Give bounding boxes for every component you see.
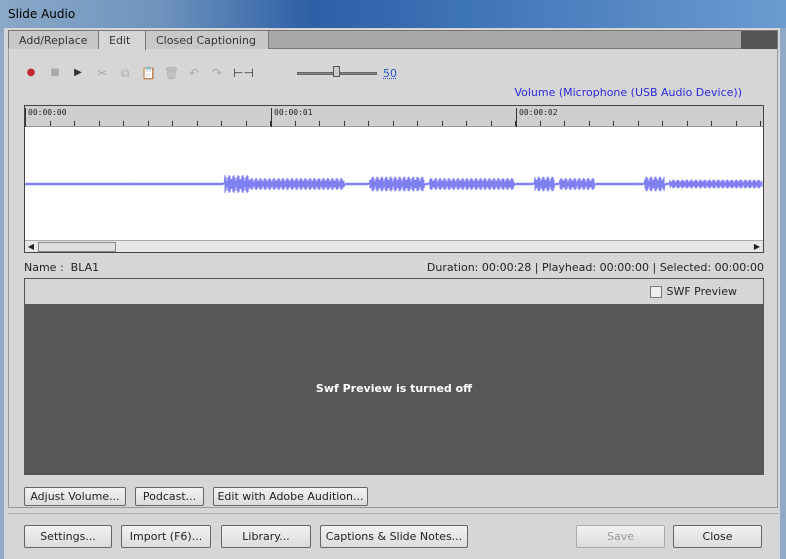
ruler-tick — [294, 121, 296, 126]
ruler-tick — [319, 121, 320, 126]
ruler-tick — [588, 121, 590, 126]
ruler-tick — [466, 121, 467, 126]
tab-bar: Add/Replace Edit Closed Captioning — [8, 30, 778, 50]
ruler-tick — [25, 121, 26, 126]
ruler-tick — [392, 121, 394, 126]
tab-closed-captioning[interactable]: Closed Captioning — [146, 31, 269, 49]
ruler-tick — [343, 121, 345, 126]
settings-button[interactable]: Settings... — [24, 525, 112, 548]
adjust-volume-button[interactable]: Adjust Volume... — [24, 487, 126, 506]
horizontal-scrollbar[interactable]: ◀ ▶ — [25, 240, 763, 252]
ruler-label: 00:00:00 — [25, 108, 67, 127]
swf-preview-panel: SWF Preview Swf Preview is turned off — [24, 278, 764, 475]
window-title: Slide Audio — [8, 7, 76, 21]
library-button[interactable]: Library... — [221, 525, 311, 548]
cut-icon[interactable]: ✂ — [95, 66, 109, 80]
redo-icon[interactable]: ↷ — [210, 66, 224, 80]
ruler-tick — [245, 121, 247, 126]
play-icon[interactable]: ▶ — [71, 66, 85, 80]
copy-icon[interactable]: ⧉ — [118, 66, 132, 80]
scroll-left-icon[interactable]: ◀ — [25, 241, 37, 252]
preview-message: Swf Preview is turned off — [25, 304, 763, 474]
ruler-tick — [515, 121, 516, 126]
checkbox-icon[interactable] — [650, 285, 663, 298]
timeline-ruler[interactable]: 00:00:00 00:00:01 00:00:02 — [25, 106, 763, 127]
captions-slide-notes-button[interactable]: Captions & Slide Notes... — [320, 525, 468, 548]
tab-add-replace[interactable]: Add/Replace — [9, 31, 99, 49]
ruler-tick — [637, 121, 639, 126]
ruler-tick — [711, 121, 712, 126]
paste-icon[interactable]: 📋 — [141, 66, 156, 80]
ruler-tick — [735, 121, 737, 126]
delete-icon[interactable]: 🗑 — [164, 66, 179, 80]
ruler-tick — [760, 121, 761, 126]
waveform-trace — [25, 175, 763, 193]
ruler-tick — [539, 121, 541, 126]
import-button[interactable]: Import (F6)... — [121, 525, 211, 548]
title-bar: Slide Audio — [0, 0, 786, 28]
stop-icon[interactable]: ■ — [48, 66, 62, 80]
ruler-label: 00:00:02 — [516, 108, 558, 127]
ruler-tick — [196, 121, 198, 126]
podcast-button[interactable]: Podcast... — [135, 487, 204, 506]
ruler-tick — [564, 121, 565, 126]
waveform-panel[interactable]: 00:00:00 00:00:01 00:00:02 ◀ ▶ — [24, 105, 764, 253]
close-button[interactable]: Close — [673, 525, 762, 548]
ruler-tick — [417, 121, 418, 126]
ruler-tick — [270, 121, 271, 126]
ruler-tick — [613, 121, 614, 126]
ruler-tick — [441, 121, 443, 126]
ruler-tick — [49, 121, 51, 126]
ruler-tick — [74, 121, 75, 126]
swf-preview-checkbox[interactable]: SWF Preview — [650, 285, 737, 298]
waveform — [25, 175, 763, 193]
clip-name: Name : BLA1 — [24, 261, 100, 274]
scroll-thumb[interactable] — [38, 242, 116, 252]
ruler-tick — [98, 121, 100, 126]
ruler-tick — [368, 121, 369, 126]
ruler-tick — [686, 121, 688, 126]
fit-icon[interactable]: ⊢⊣ — [233, 66, 254, 80]
ruler-tick — [662, 121, 663, 126]
clip-stats: Duration: 00:00:28 | Playhead: 00:00:00 … — [426, 261, 764, 274]
volume-device-link[interactable]: Volume (Microphone (USB Audio Device)) — [514, 86, 742, 99]
edit-with-audition-button[interactable]: Edit with Adobe Audition... — [213, 487, 368, 506]
undo-icon[interactable]: ↶ — [187, 66, 201, 80]
ruler-tick — [123, 121, 124, 126]
ruler-tick — [490, 121, 492, 126]
zoom-slider-thumb[interactable] — [333, 66, 340, 77]
ruler-tick — [147, 121, 149, 126]
scroll-right-icon[interactable]: ▶ — [751, 241, 763, 252]
ruler-tick — [172, 121, 173, 126]
save-button[interactable]: Save — [576, 525, 665, 548]
record-icon[interactable]: ● — [24, 66, 38, 80]
zoom-value[interactable]: 50 — [383, 67, 397, 80]
ruler-tick — [221, 121, 222, 126]
ruler-label: 00:00:01 — [271, 108, 313, 127]
